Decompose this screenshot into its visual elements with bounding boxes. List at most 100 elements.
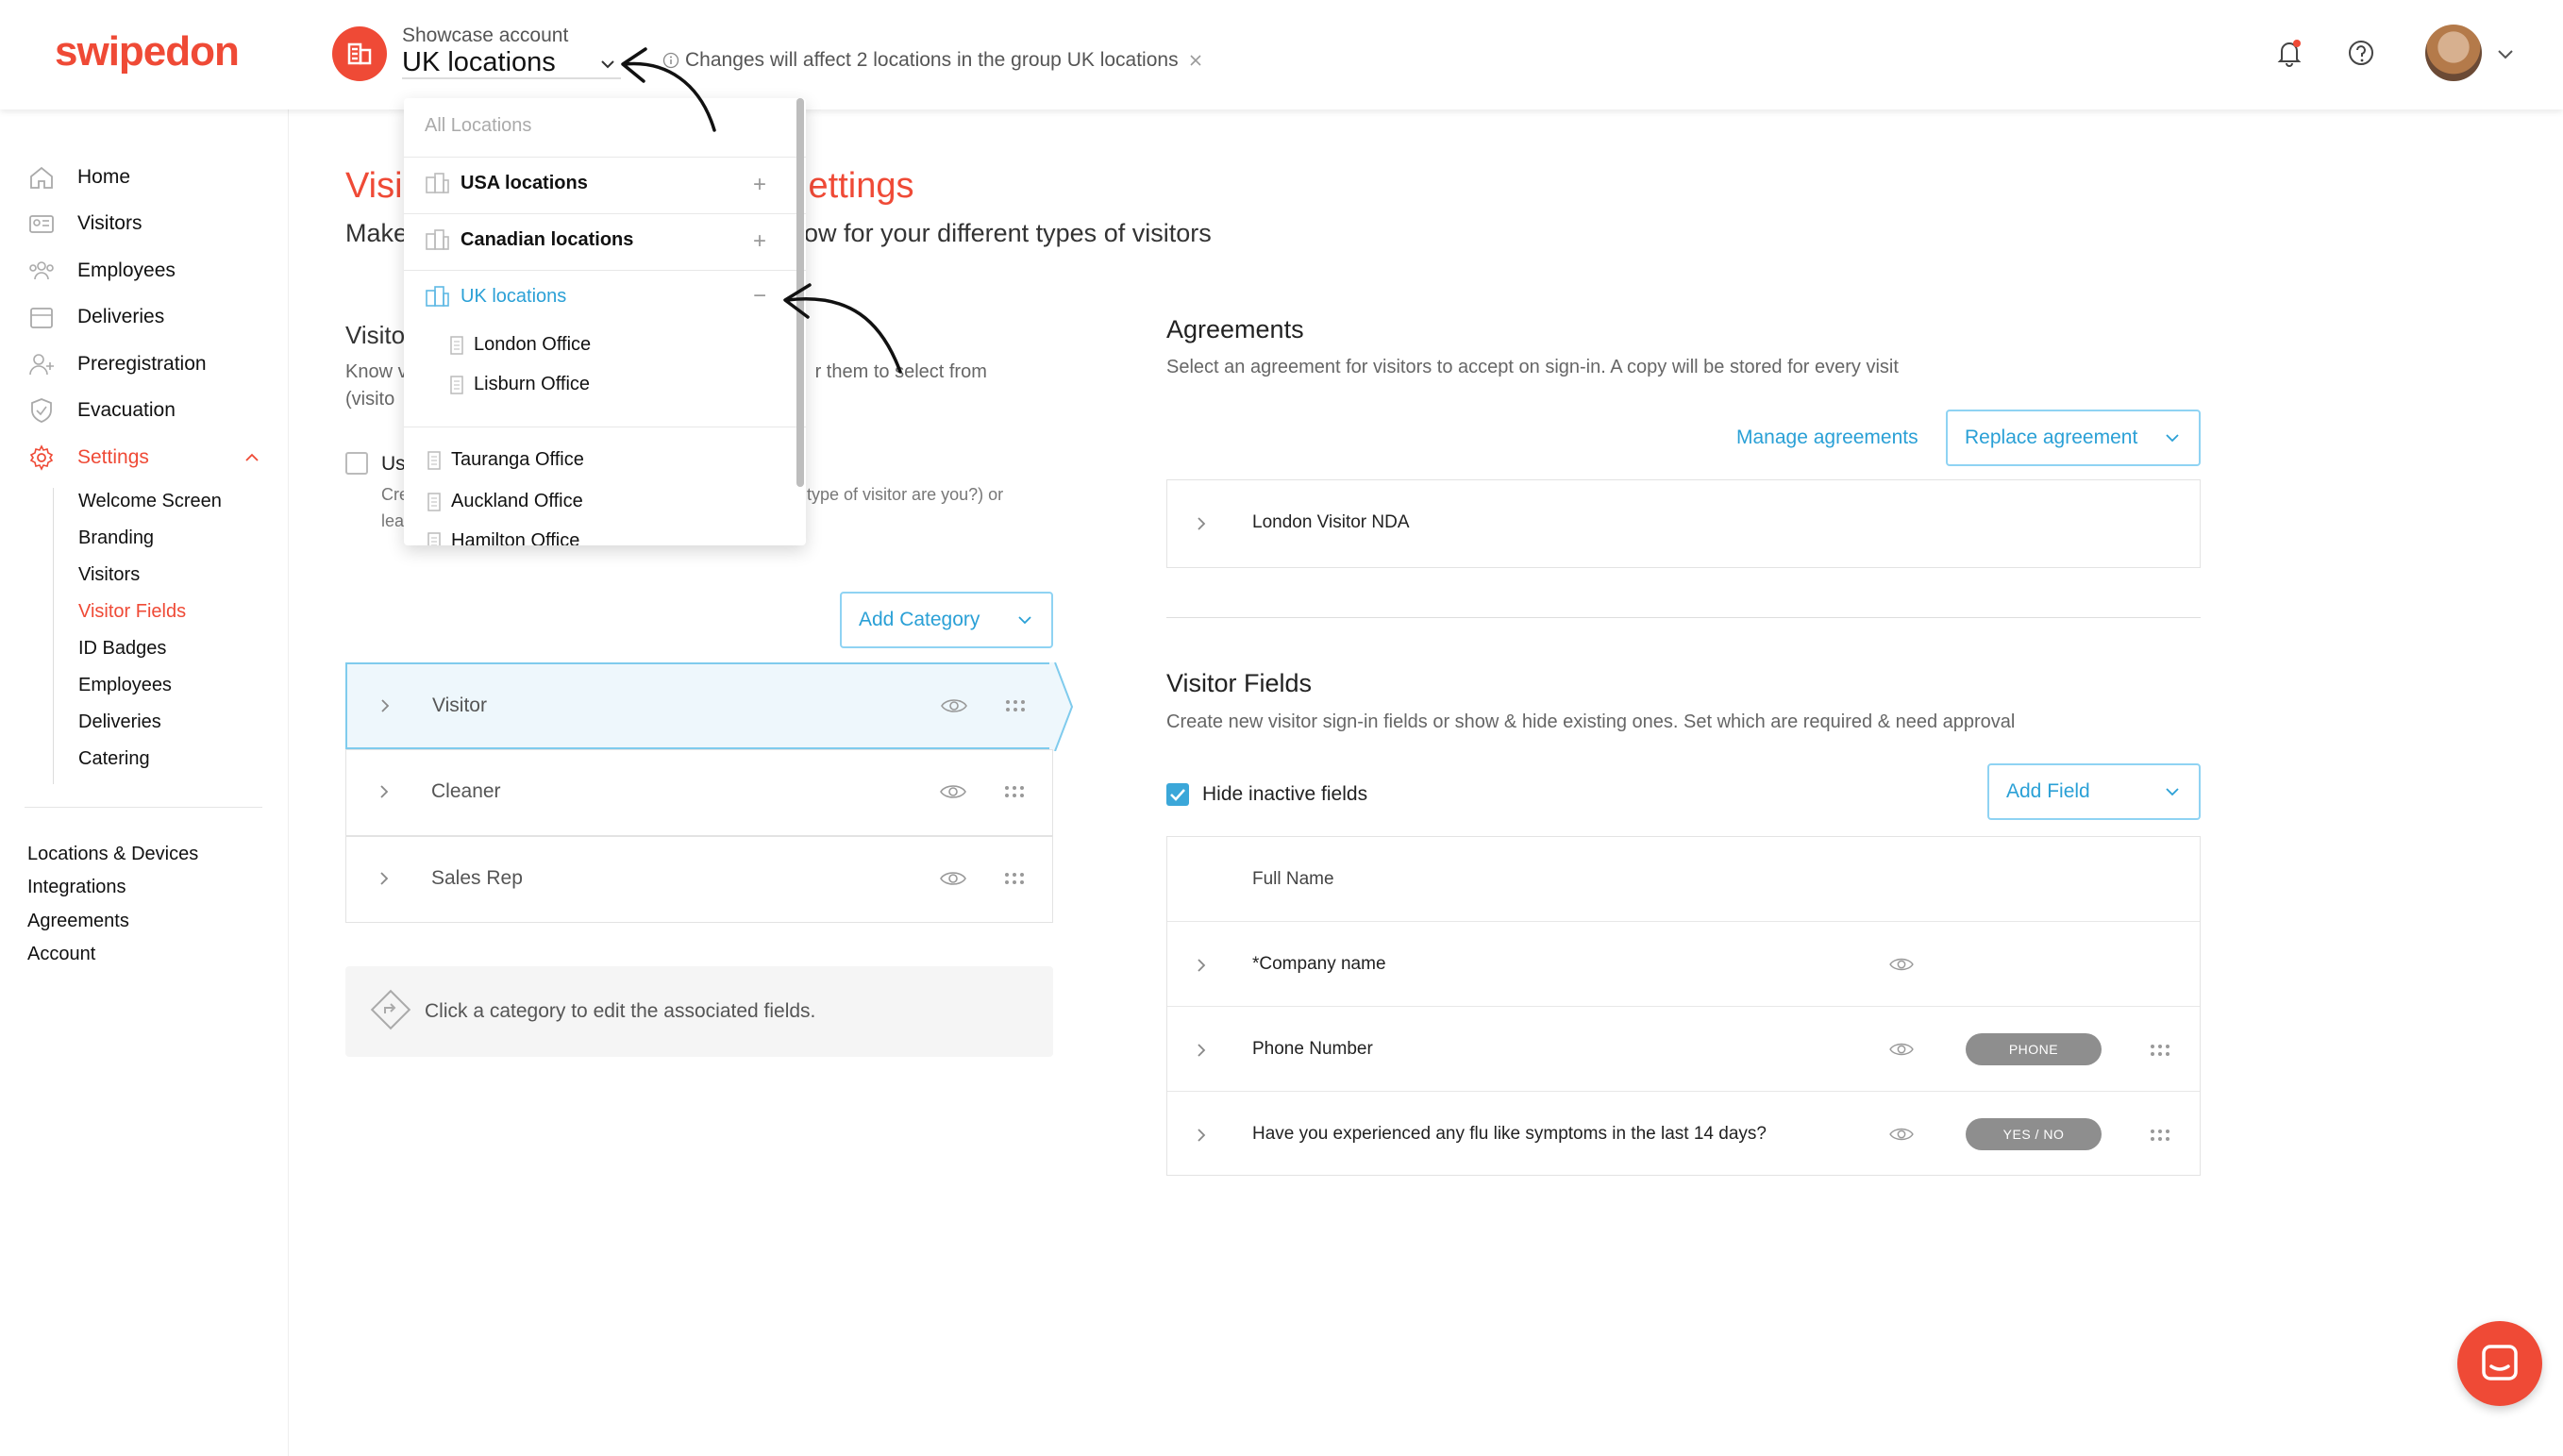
sidebar-item-employees[interactable]: Employees <box>26 252 176 290</box>
sidebar-item-label: Home <box>77 166 131 188</box>
add-category-label: Add Category <box>859 609 980 630</box>
manage-agreements-link[interactable]: Manage agreements <box>1736 427 1918 449</box>
category-row-cleaner[interactable]: Cleaner <box>345 749 1053 836</box>
section-description-left: Know v <box>345 361 408 382</box>
sidebar-sub-visitor-fields[interactable]: Visitor Fields <box>78 601 186 623</box>
sidebar-link-agreements[interactable]: Agreements <box>27 911 129 932</box>
drag-handle-icon[interactable] <box>2149 1041 2171 1060</box>
sidebar-sub-catering[interactable]: Catering <box>78 748 150 770</box>
chevron-down-icon[interactable] <box>598 55 617 74</box>
minus-icon[interactable]: − <box>753 283 766 310</box>
dropdown-group-usa[interactable]: USA locations <box>425 172 588 194</box>
sidebar-sub-id-badges[interactable]: ID Badges <box>78 638 166 660</box>
gear-icon <box>29 444 54 471</box>
sidebar-link-locations-devices[interactable]: Locations & Devices <box>27 844 198 865</box>
sidebar-sub-branding[interactable]: Branding <box>78 527 154 549</box>
agreement-row[interactable]: London Visitor NDA <box>1166 479 2201 568</box>
drag-handle-icon[interactable] <box>1003 782 1026 801</box>
sidebar-item-preregistration[interactable]: Preregistration <box>26 345 207 383</box>
hide-inactive-label: Hide inactive fields <box>1202 783 1368 805</box>
field-row-phone-number[interactable]: Phone Number PHONE <box>1167 1007 2200 1092</box>
chevron-down-icon[interactable] <box>2495 43 2516 64</box>
sidebar-item-visitors[interactable]: Visitors <box>26 205 142 243</box>
top-bar: swipedon Showcase account UK locations C… <box>0 0 2563 109</box>
chevron-right-icon <box>1198 517 1206 530</box>
field-row-full-name[interactable]: Full Name <box>1167 837 2200 922</box>
eye-icon[interactable] <box>939 867 967 890</box>
chevron-right-icon <box>1198 1044 1206 1057</box>
category-label: Visitor <box>432 695 487 716</box>
chevron-up-icon[interactable] <box>243 449 260 466</box>
eye-icon[interactable] <box>940 695 968 717</box>
check-icon <box>1170 789 1185 801</box>
swipedon-logo[interactable]: swipedon <box>55 28 240 75</box>
dropdown-group-label: USA locations <box>461 172 588 193</box>
buildings-icon <box>426 173 449 193</box>
eye-icon[interactable] <box>939 780 967 803</box>
category-row-sales-rep[interactable]: Sales Rep <box>345 836 1053 923</box>
help-icon[interactable] <box>2344 36 2378 70</box>
chevron-right-icon <box>380 872 389 885</box>
field-row-flu-symptoms[interactable]: Have you experienced any flu like sympto… <box>1167 1092 2200 1177</box>
bell-icon[interactable] <box>2272 36 2306 70</box>
chat-launcher-button[interactable] <box>2457 1321 2542 1406</box>
eye-icon[interactable] <box>1888 954 1915 975</box>
dropdown-group-canadian[interactable]: Canadian locations <box>425 228 633 251</box>
category-row-visitor[interactable]: Visitor <box>345 662 1053 749</box>
location-selector[interactable]: UK locations <box>402 47 556 78</box>
add-category-button[interactable]: Add Category <box>840 592 1053 648</box>
sidebar-link-account[interactable]: Account <box>27 944 95 965</box>
chevron-right-icon <box>1198 959 1206 972</box>
chat-icon <box>2482 1345 2518 1381</box>
dropdown-location-hamilton[interactable]: Hamilton Office <box>427 530 579 545</box>
close-icon[interactable] <box>1188 53 1203 68</box>
replace-agreement-button[interactable]: Replace agreement <box>1946 410 2201 466</box>
building-icon <box>450 375 463 394</box>
sidebar-item-home[interactable]: Home <box>26 159 130 196</box>
sidebar-link-integrations[interactable]: Integrations <box>27 877 126 898</box>
add-field-button[interactable]: Add Field <box>1987 763 2201 820</box>
dropdown-location-lisburn[interactable]: Lisburn Office <box>449 374 590 395</box>
dropdown-location-auckland[interactable]: Auckland Office <box>427 491 583 512</box>
dropdown-all-locations[interactable]: All Locations <box>425 115 531 137</box>
dropdown-separator <box>404 270 806 271</box>
plus-icon[interactable]: + <box>753 172 766 198</box>
use-categories-checkbox[interactable] <box>345 452 368 475</box>
drag-handle-icon[interactable] <box>2149 1126 2171 1145</box>
shield-icon <box>31 398 52 423</box>
field-label: Phone Number <box>1252 1039 1373 1059</box>
dropdown-location-london[interactable]: London Office <box>449 334 591 356</box>
direction-sign-icon <box>370 989 411 1030</box>
visitor-fields-description: Create new visitor sign-in fields or sho… <box>1166 711 2016 732</box>
eye-icon[interactable] <box>1888 1124 1915 1145</box>
sidebar-sub-visitors[interactable]: Visitors <box>78 564 140 586</box>
field-row-company-name[interactable]: *Company name <box>1167 922 2200 1007</box>
page-subtitle-left: Make <box>345 219 409 247</box>
field-type-badge: YES / NO <box>1966 1118 2102 1150</box>
building-icon[interactable] <box>332 26 387 81</box>
dropdown-location-label: Tauranga Office <box>451 449 584 470</box>
dropdown-scrollbar[interactable] <box>796 98 804 487</box>
chevron-down-icon <box>1018 616 1031 625</box>
plus-icon[interactable]: + <box>753 228 766 255</box>
dropdown-group-uk[interactable]: UK locations <box>425 285 566 308</box>
avatar[interactable] <box>2425 25 2482 81</box>
submenu-line <box>53 488 54 784</box>
group-info-notice: Changes will affect 2 locations in the g… <box>662 49 1203 72</box>
sidebar-item-deliveries[interactable]: Deliveries <box>26 298 164 336</box>
sidebar-sub-deliveries[interactable]: Deliveries <box>78 711 161 733</box>
sidebar-sub-employees[interactable]: Employees <box>78 675 172 696</box>
hide-inactive-checkbox[interactable] <box>1166 783 1189 806</box>
sidebar-item-settings[interactable]: Settings <box>26 439 149 477</box>
drag-handle-icon[interactable] <box>1003 869 1026 888</box>
dropdown-separator <box>404 213 806 214</box>
buildings-icon <box>426 229 449 250</box>
sidebar-item-evacuation[interactable]: Evacuation <box>26 392 176 429</box>
dropdown-group-label: UK locations <box>461 285 567 307</box>
eye-icon[interactable] <box>1888 1039 1915 1060</box>
dropdown-location-tauranga[interactable]: Tauranga Office <box>427 449 584 471</box>
dropdown-separator <box>404 157 806 158</box>
sidebar-sub-welcome-screen[interactable]: Welcome Screen <box>78 491 222 512</box>
sidebar-item-label: Employees <box>77 259 176 281</box>
drag-handle-icon[interactable] <box>1004 696 1027 715</box>
